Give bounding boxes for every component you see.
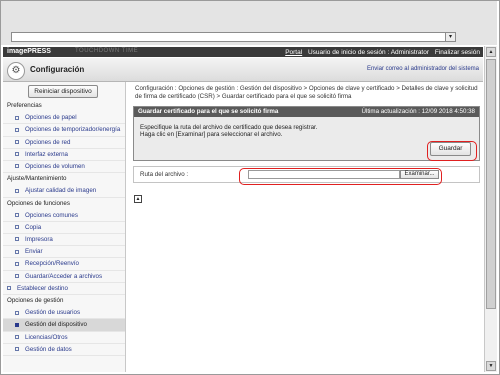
sidebar-item-label: Preferencias xyxy=(7,102,42,109)
sidebar-item-impresora[interactable]: Impresora xyxy=(3,234,125,247)
panel-header: Guardar certificado para el que se solic… xyxy=(134,107,479,117)
logout-link[interactable]: Finalizar sesión xyxy=(435,49,480,56)
address-dropdown-icon[interactable]: ▾ xyxy=(445,33,455,41)
bullet-icon xyxy=(15,261,19,266)
sidebar-item-opciones-de-temporizador-energia[interactable]: Opciones de temporizador/energía xyxy=(3,124,125,137)
sidebar-nav: Preferencias Opciones de papel Opciones de… xyxy=(3,100,125,356)
sidebar-item-label: Enviar xyxy=(25,248,43,256)
sidebar-item-label: Opciones de gestión xyxy=(7,297,64,304)
breadcrumb: Configuración : Opciones de gestión : Ge… xyxy=(135,85,478,100)
scroll-up-icon[interactable]: ▲ xyxy=(486,47,496,57)
sidebar-item-label: Guardar/Acceder a archivos xyxy=(25,272,103,280)
bullet-icon xyxy=(15,164,19,169)
bullet-icon xyxy=(15,249,19,254)
sidebar-item-opciones-de-papel[interactable]: Opciones de papel xyxy=(3,112,125,125)
bullet-icon xyxy=(15,322,19,327)
sidebar-item-interfaz-externa[interactable]: Interfaz externa xyxy=(3,149,125,161)
portal-link[interactable]: Portal xyxy=(285,49,302,56)
sidebar-item-label: Opciones de volumen xyxy=(25,162,85,170)
user-label: Usuario de inicio de sesión : Administra… xyxy=(307,48,430,56)
sidebar-heading-ajuste-mantenimiento: Ajuste/Mantenimiento xyxy=(3,173,125,185)
sidebar-heading-preferencias: Preferencias xyxy=(3,100,125,112)
sidebar-item-gestion-de-datos[interactable]: Gestión de datos xyxy=(3,344,125,356)
page-title: Configuración xyxy=(30,65,85,74)
sidebar-item-gestion-del-dispositivo[interactable]: Gestión del dispositivo xyxy=(3,319,125,332)
sidebar-item-copia[interactable]: Copia xyxy=(3,222,125,235)
address-bar[interactable]: ▾ xyxy=(11,32,456,42)
brand-name: imagePRESS xyxy=(7,48,51,55)
bullet-icon xyxy=(15,347,19,352)
header-bar: imagePRESS TOUCHDOWN TIME Portal Usuario… xyxy=(3,47,483,57)
sidebar-item-label: Ajuste/Mantenimiento xyxy=(7,175,67,183)
bullet-icon xyxy=(15,139,19,144)
save-highlight-box xyxy=(427,141,477,161)
sidebar-item-label: Opciones de red xyxy=(25,138,71,146)
vertical-scrollbar[interactable]: ▲ ▼ xyxy=(484,46,497,372)
scroll-down-icon[interactable]: ▼ xyxy=(486,361,496,371)
instruction-line-2: Haga clic en [Examinar] para seleccionar… xyxy=(140,131,283,138)
reset-device-button[interactable]: Reiniciar dispositivo xyxy=(28,85,98,98)
sidebar-item-label: Impresora xyxy=(25,236,53,244)
instruction-line-1: Especifique la ruta del archivo de certi… xyxy=(140,124,318,131)
sidebar-item-guardar-acceder-a-archivos[interactable]: Guardar/Acceder a archivos xyxy=(3,271,125,283)
scroll-thumb[interactable] xyxy=(486,59,496,309)
bullet-icon xyxy=(15,115,19,120)
sidebar-item-label: Licencias/Otros xyxy=(25,333,68,341)
sidebar-item-label: Recepción/Reenvío xyxy=(25,260,80,268)
bullet-icon xyxy=(15,213,19,218)
sidebar-item-label: Gestión del dispositivo xyxy=(25,321,87,329)
sidebar-item-label: Opciones de temporizador/energía xyxy=(25,126,121,134)
panel-title: Guardar certificado para el que se solic… xyxy=(138,108,279,115)
bullet-icon xyxy=(15,310,19,315)
sidebar-item-enviar[interactable]: Enviar xyxy=(3,246,125,259)
email-admin-link[interactable]: Enviar correo al administrador del siste… xyxy=(367,66,479,72)
sidebar-item-licencias-otros[interactable]: Licencias/Otros xyxy=(3,332,125,344)
bullet-icon xyxy=(15,334,19,339)
sidebar-item-label: Establecer destino xyxy=(17,284,68,292)
sidebar-item-label: Interfaz externa xyxy=(25,150,68,158)
sidebar-item-label: Opciones de papel xyxy=(25,114,77,122)
sidebar-item-label: Opciones de funciones xyxy=(7,199,70,207)
sidebar-item-label: Gestión de usuarios xyxy=(25,309,81,317)
instruction-text: Especifique la ruta del archivo de certi… xyxy=(140,124,317,138)
sidebar-item-label: Copia xyxy=(25,223,42,231)
sidebar-item-opciones-de-volumen[interactable]: Opciones de volumen xyxy=(3,161,125,174)
bullet-icon xyxy=(15,225,19,230)
bullet-icon xyxy=(15,127,19,132)
arrow-up-icon[interactable]: ▲ xyxy=(134,195,142,203)
sidebar-heading-opciones-de-funciones: Opciones de funciones xyxy=(3,198,125,210)
brand-ghost-text: TOUCHDOWN TIME xyxy=(75,48,139,54)
sidebar-item-gestion-de-usuarios[interactable]: Gestión de usuarios xyxy=(3,307,125,320)
sidebar-item-opciones-de-red[interactable]: Opciones de red xyxy=(3,137,125,149)
file-path-label: Ruta del archivo : xyxy=(140,171,189,178)
gear-icon: ⚙ xyxy=(7,62,25,80)
browser-chrome: ▾ xyxy=(1,1,497,45)
sidebar-item-recepcion-reenvio[interactable]: Recepción/Reenvío xyxy=(3,258,125,271)
sidebar-heading-opciones-de-gestion: Opciones de gestión xyxy=(3,295,125,307)
sidebar-item-label: Opciones comunes xyxy=(25,211,78,219)
sidebar-item-ajustar-calidad-de-imagen[interactable]: Ajustar calidad de imagen xyxy=(3,185,125,198)
file-highlight-box xyxy=(239,168,442,185)
bullet-icon xyxy=(15,237,19,242)
sidebar-item-label: Gestión de datos xyxy=(25,345,72,353)
last-update: Última actualización : 12/09 2018 4:50:3… xyxy=(361,108,475,115)
bullet-icon xyxy=(15,273,19,278)
bullet-icon xyxy=(7,286,11,291)
sidebar-item-establecer-destino[interactable]: Establecer destino xyxy=(3,283,125,295)
bullet-icon xyxy=(15,188,19,193)
sidebar-item-opciones-comunes[interactable]: Opciones comunes xyxy=(3,210,125,222)
sidebar-item-label: Ajustar calidad de imagen xyxy=(25,187,97,195)
bullet-icon xyxy=(15,152,19,157)
title-bar: ⚙ Configuración Enviar correo al adminis… xyxy=(3,58,483,82)
